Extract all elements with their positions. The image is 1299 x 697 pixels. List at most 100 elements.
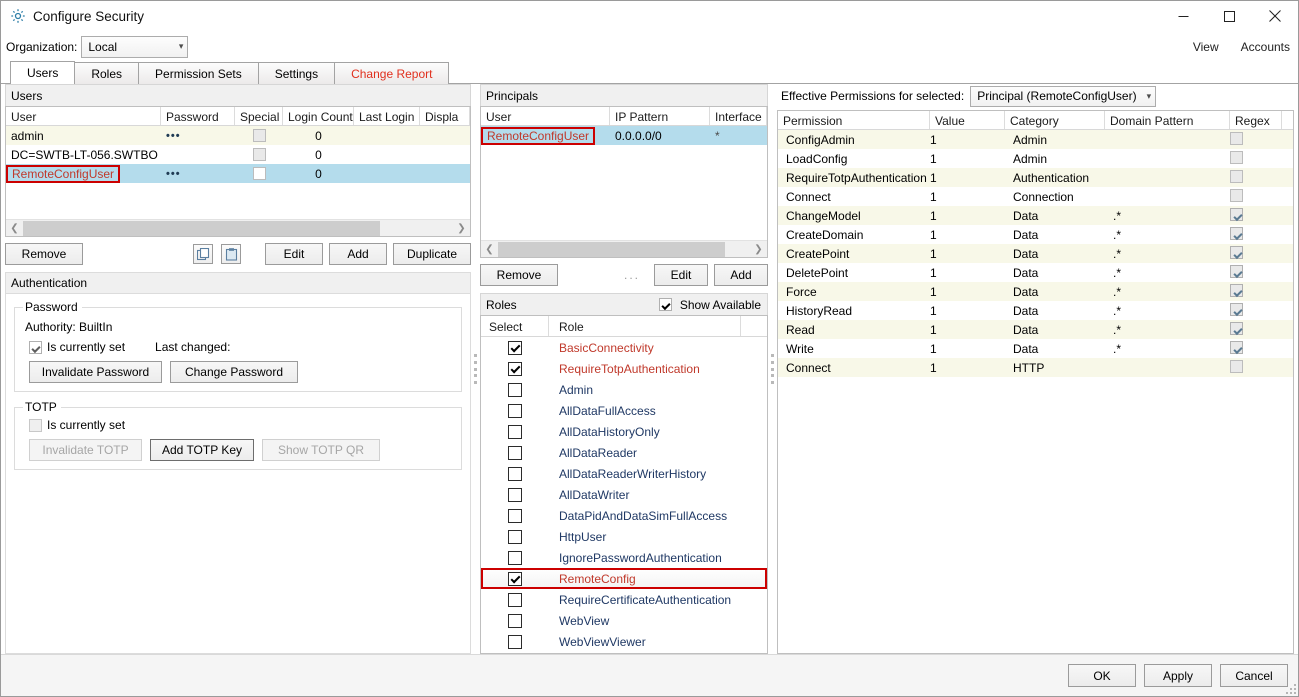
roles-col-select[interactable]: Select <box>481 316 549 336</box>
list-item[interactable]: IgnorePasswordAuthentication <box>481 547 767 568</box>
list-item[interactable]: BasicConnectivity <box>481 337 767 358</box>
role-select-checkbox[interactable] <box>481 614 549 628</box>
users-col-login-count[interactable]: Login Count <box>283 107 354 125</box>
users-hscrollbar[interactable]: ❮ ❯ <box>6 219 470 236</box>
role-select-checkbox[interactable] <box>481 425 549 439</box>
roles-col-role[interactable]: Role <box>549 316 741 336</box>
table-row[interactable]: RemoteConfigUser ••• 0 <box>6 164 470 183</box>
role-select-checkbox[interactable] <box>481 404 549 418</box>
scroll-left-icon[interactable]: ❮ <box>481 241 498 258</box>
password-is-set-checkbox[interactable]: Is currently set <box>29 340 125 354</box>
list-item[interactable]: DataPidAndDataSimFullAccess <box>481 505 767 526</box>
apply-button[interactable]: Apply <box>1144 664 1212 687</box>
menu-accounts[interactable]: Accounts <box>1241 40 1290 54</box>
list-item[interactable]: HttpUser <box>481 526 767 547</box>
maximize-button[interactable] <box>1206 1 1252 31</box>
change-password-button[interactable]: Change Password <box>170 361 298 383</box>
show-available-checkbox[interactable]: Show Available <box>659 298 761 312</box>
table-row[interactable]: LoadConfig 1 Admin <box>778 149 1293 168</box>
scroll-track[interactable] <box>498 241 750 258</box>
totp-is-set-checkbox[interactable]: Is currently set <box>29 418 125 432</box>
table-row[interactable]: RemoteConfigUser 0.0.0.0/0 * <box>481 126 767 145</box>
table-row[interactable]: HistoryRead 1 Data .* <box>778 301 1293 320</box>
table-row[interactable]: Connect 1 Connection <box>778 187 1293 206</box>
scroll-right-icon[interactable]: ❯ <box>750 241 767 258</box>
regex-checkbox[interactable] <box>1230 132 1243 145</box>
cell-regex[interactable] <box>1230 170 1282 186</box>
table-row[interactable]: CreatePoint 1 Data .* <box>778 244 1293 263</box>
table-row[interactable]: DeletePoint 1 Data .* <box>778 263 1293 282</box>
list-item[interactable]: RemoteConfig <box>481 568 767 589</box>
cell-regex[interactable] <box>1230 151 1282 167</box>
role-select-checkbox[interactable] <box>481 509 549 523</box>
cell-regex[interactable] <box>1230 265 1282 281</box>
remove-principal-button[interactable]: Remove <box>480 264 558 286</box>
table-row[interactable]: ChangeModel 1 Data .* <box>778 206 1293 225</box>
role-select-checkbox[interactable] <box>481 572 549 586</box>
table-row[interactable]: ConfigAdmin 1 Admin <box>778 130 1293 149</box>
edit-user-button[interactable]: Edit <box>265 243 323 265</box>
cancel-button[interactable]: Cancel <box>1220 664 1288 687</box>
copy-icon[interactable] <box>193 244 213 264</box>
regex-checkbox[interactable] <box>1230 265 1243 278</box>
perm-col-value[interactable]: Value <box>930 111 1005 129</box>
organization-select[interactable]: Local ▾ <box>81 36 188 58</box>
cell-regex[interactable] <box>1230 360 1282 376</box>
cell-special[interactable] <box>235 129 283 142</box>
regex-checkbox[interactable] <box>1230 284 1243 297</box>
invalidate-totp-button[interactable]: Invalidate TOTP <box>29 439 142 461</box>
cell-regex[interactable] <box>1230 322 1282 338</box>
table-row[interactable]: Connect 1 HTTP <box>778 358 1293 377</box>
principals-col-interface[interactable]: Interface <box>710 107 767 125</box>
cell-special[interactable] <box>235 148 283 161</box>
cell-regex[interactable] <box>1230 284 1282 300</box>
resize-grip-icon[interactable] <box>1286 684 1296 694</box>
role-select-checkbox[interactable] <box>481 635 549 649</box>
cell-special[interactable] <box>235 167 283 180</box>
remove-user-button[interactable]: Remove <box>5 243 83 265</box>
minimize-button[interactable] <box>1160 1 1206 31</box>
principals-more-icon[interactable]: ... <box>624 268 640 282</box>
invalidate-password-button[interactable]: Invalidate Password <box>29 361 162 383</box>
tab-permission-sets[interactable]: Permission Sets <box>138 62 259 84</box>
cell-regex[interactable] <box>1230 341 1282 357</box>
scroll-thumb[interactable] <box>498 242 725 257</box>
principals-col-user[interactable]: User <box>481 107 610 125</box>
list-item[interactable]: AllDataHistoryOnly <box>481 421 767 442</box>
users-col-special[interactable]: Special <box>235 107 283 125</box>
perm-col-category[interactable]: Category <box>1005 111 1105 129</box>
cell-regex[interactable] <box>1230 246 1282 262</box>
close-button[interactable] <box>1252 1 1298 31</box>
perm-col-regex[interactable]: Regex <box>1230 111 1282 129</box>
special-checkbox[interactable] <box>253 129 266 142</box>
regex-checkbox[interactable] <box>1230 189 1243 202</box>
list-item[interactable]: AllDataReaderWriterHistory <box>481 463 767 484</box>
regex-checkbox[interactable] <box>1230 322 1243 335</box>
add-totp-key-button[interactable]: Add TOTP Key <box>150 439 254 461</box>
special-checkbox[interactable] <box>253 167 266 180</box>
principals-col-ip-pattern[interactable]: IP Pattern <box>610 107 710 125</box>
regex-checkbox[interactable] <box>1230 170 1243 183</box>
list-item[interactable]: AllDataWriter <box>481 484 767 505</box>
list-item[interactable]: AllDataReader <box>481 442 767 463</box>
duplicate-user-button[interactable]: Duplicate <box>393 243 471 265</box>
cell-regex[interactable] <box>1230 208 1282 224</box>
list-item[interactable]: Admin <box>481 379 767 400</box>
cell-regex[interactable] <box>1230 303 1282 319</box>
regex-checkbox[interactable] <box>1230 227 1243 240</box>
edit-principal-button[interactable]: Edit <box>654 264 708 286</box>
regex-checkbox[interactable] <box>1230 341 1243 354</box>
cell-regex[interactable] <box>1230 189 1282 205</box>
table-row[interactable]: admin ••• 0 <box>6 126 470 145</box>
paste-icon[interactable] <box>221 244 241 264</box>
regex-checkbox[interactable] <box>1230 303 1243 316</box>
users-col-password[interactable]: Password <box>161 107 235 125</box>
tab-change-report[interactable]: Change Report <box>334 62 449 84</box>
regex-checkbox[interactable] <box>1230 246 1243 259</box>
scroll-right-icon[interactable]: ❯ <box>453 220 470 237</box>
list-item[interactable]: RequireCertificateAuthentication <box>481 589 767 610</box>
table-row[interactable]: DC=SWTB-LT-056.SWTBO 0 <box>6 145 470 164</box>
list-item[interactable]: WebView <box>481 610 767 631</box>
list-item[interactable]: WebViewViewer <box>481 631 767 652</box>
regex-checkbox[interactable] <box>1230 151 1243 164</box>
